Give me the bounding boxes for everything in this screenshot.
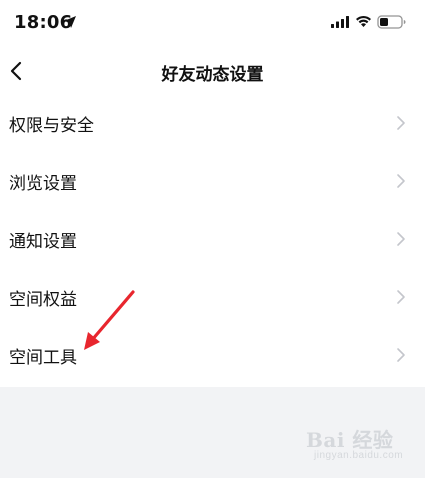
- settings-panel: 18:06 好友动态设置 权限与安全 浏览设置 通知设置 空间权益 空间工具: [0, 0, 425, 387]
- signal-icon: [331, 16, 349, 28]
- menu-item-notification-settings[interactable]: 通知设置: [0, 210, 425, 268]
- watermark-subtext: jingyan.baidu.com: [314, 450, 404, 461]
- menu-item-space-benefits[interactable]: 空间权益: [0, 268, 425, 326]
- location-arrow-icon: [64, 16, 76, 28]
- wifi-icon: [356, 15, 371, 27]
- menu-item-label: 浏览设置: [9, 174, 77, 194]
- chevron-right-icon: [397, 174, 405, 188]
- battery-icon: [377, 15, 406, 29]
- menu-item-permissions-security[interactable]: 权限与安全: [0, 94, 425, 152]
- chevron-right-icon: [397, 116, 405, 130]
- menu-item-space-tools[interactable]: 空间工具: [0, 326, 425, 384]
- menu-item-label: 权限与安全: [9, 116, 94, 136]
- page-title: 好友动态设置: [161, 65, 264, 85]
- menu-item-label: 空间工具: [9, 348, 77, 368]
- watermark-text: Bai 经验: [306, 428, 394, 452]
- chevron-right-icon: [397, 348, 405, 362]
- chevron-right-icon: [397, 232, 405, 246]
- menu-item-label: 通知设置: [9, 232, 77, 252]
- menu-item-label: 空间权益: [9, 290, 77, 310]
- watermark: Bai 经验 jingyan.baidu.com: [300, 420, 410, 470]
- nav-bar: 好友动态设置: [0, 48, 425, 94]
- status-bar: 18:06: [0, 0, 425, 44]
- settings-menu: 权限与安全 浏览设置 通知设置 空间权益 空间工具: [0, 94, 425, 384]
- chevron-right-icon: [397, 290, 405, 304]
- menu-item-browse-settings[interactable]: 浏览设置: [0, 152, 425, 210]
